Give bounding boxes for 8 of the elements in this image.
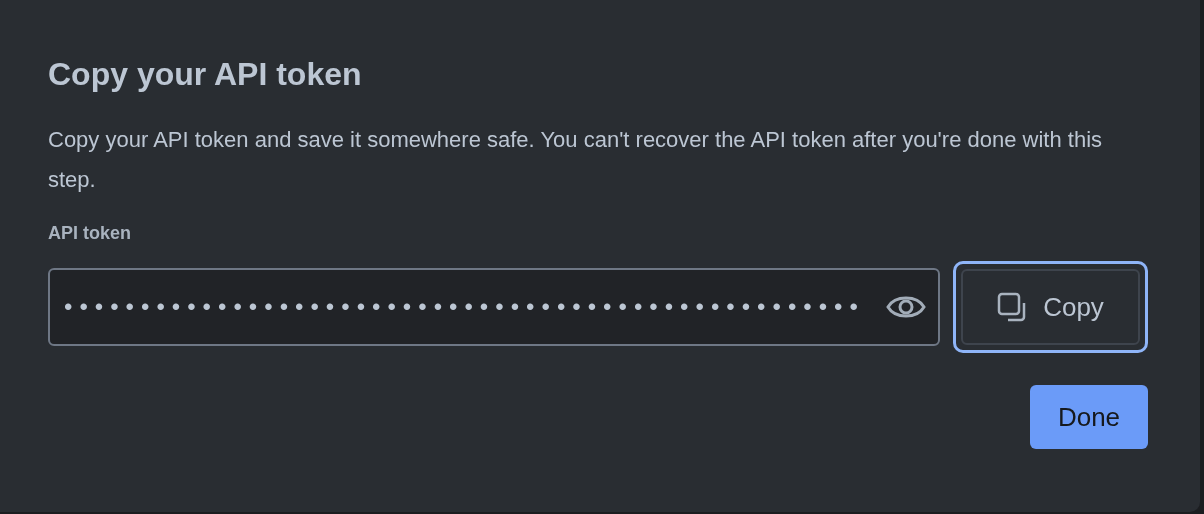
dialog-title: Copy your API token (48, 55, 363, 94)
field-label: API token (48, 222, 131, 245)
token-input[interactable]: •••••••••••••••••••••••••••••••••••••••••••••••••••• (64, 289, 884, 325)
token-field[interactable]: •••••••••••••••••••••••••••••••••••••••••••••••••••• (48, 268, 940, 346)
copy-icon (997, 292, 1028, 322)
dialog-description: Copy your API token and save it somewhere safe. You can't recover the API token after you're done with this step. (48, 126, 1103, 194)
done-button[interactable]: Done (1030, 385, 1148, 449)
copy-button[interactable]: Copy (961, 269, 1140, 345)
